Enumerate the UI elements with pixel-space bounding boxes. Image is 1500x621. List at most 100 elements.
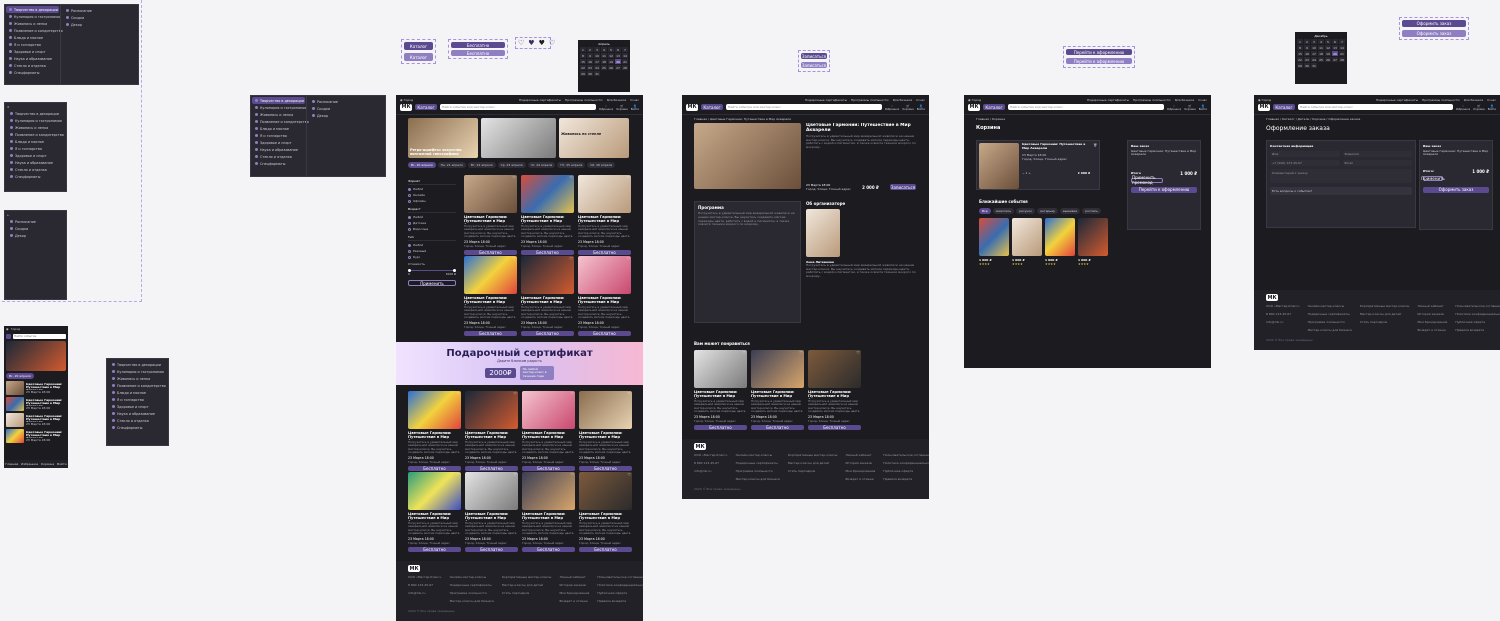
search-input[interactable]: Найти событие bbox=[13, 333, 66, 339]
date-chip[interactable]: Пн, 21 апреля bbox=[437, 162, 466, 168]
city-selector[interactable]: ◉ Город bbox=[1258, 98, 1271, 102]
filter-option[interactable]: Любой bbox=[408, 243, 456, 247]
menu-item[interactable]: Скидки bbox=[63, 14, 136, 21]
heart-icon[interactable]: ♡ bbox=[627, 472, 631, 477]
menu-icon[interactable] bbox=[6, 333, 11, 339]
event-card[interactable]: ♡ Цветовые Гармонии: Путешествие в Мир Ак… bbox=[579, 472, 632, 552]
buy-button[interactable]: Бесплатно bbox=[579, 547, 632, 552]
calendar-day[interactable]: 14 bbox=[1339, 45, 1345, 50]
footer-link[interactable]: info@mk.ru bbox=[408, 591, 442, 595]
menu-item[interactable]: Спецформаты bbox=[6, 69, 59, 76]
mobile-event-image[interactable] bbox=[6, 397, 24, 411]
footer-link[interactable]: Мастер-классы для детей bbox=[1360, 312, 1410, 316]
filter-title[interactable]: Возраст bbox=[408, 207, 456, 213]
event-card[interactable]: ♡ Цветовые Гармонии: Путешествие в Мир Ак… bbox=[751, 350, 804, 430]
radio-icon[interactable] bbox=[408, 227, 411, 231]
buy-button-hover[interactable]: Бесплатно bbox=[451, 50, 505, 56]
heart-icon[interactable]: ♡ bbox=[570, 472, 574, 477]
mini-event-card[interactable]: 1 000 ₽ ★★★★ bbox=[979, 218, 1009, 266]
buy-button[interactable]: Бесплатно bbox=[579, 466, 632, 471]
filter-option[interactable]: Курс bbox=[408, 255, 456, 259]
buy-button[interactable]: Бесплатно bbox=[451, 42, 505, 48]
menu-item[interactable]: Наука и образование bbox=[6, 55, 59, 62]
site-logo[interactable]: МК bbox=[686, 103, 698, 111]
catalog-button[interactable]: Каталог bbox=[415, 104, 437, 110]
menu-item[interactable]: Кулинария и гастрономия bbox=[252, 104, 307, 111]
heart-icon[interactable]: ♡ bbox=[799, 350, 803, 355]
user-link[interactable]: 👤 Войти bbox=[917, 104, 925, 111]
promo-button[interactable]: Применить bbox=[1421, 175, 1445, 181]
menu-item[interactable]: Декор bbox=[7, 232, 64, 239]
radio-icon[interactable] bbox=[408, 249, 411, 253]
calendar-day[interactable]: 9 bbox=[587, 53, 593, 58]
buy-button[interactable]: Бесплатно bbox=[465, 466, 518, 471]
calendar-day[interactable]: 16 bbox=[587, 59, 593, 64]
footer-link[interactable]: Политика конфиденциальности bbox=[883, 461, 929, 465]
hero-banner-1[interactable]: Ретро-шрифты: искусство винтажной типогр… bbox=[408, 118, 478, 158]
filter-title[interactable]: Формат bbox=[408, 179, 456, 185]
calendar-day[interactable]: 24 bbox=[1311, 57, 1317, 62]
heart-icon[interactable]: ♡ bbox=[512, 175, 516, 180]
menu-item[interactable]: Спецформаты bbox=[252, 160, 305, 167]
heart-icon[interactable]: ♡ bbox=[456, 391, 460, 396]
menu-item[interactable]: Живопись и лепка bbox=[252, 111, 305, 118]
signup-button[interactable]: Записаться bbox=[890, 184, 916, 190]
calendar-day[interactable]: 17 bbox=[594, 59, 600, 64]
footer-link[interactable]: Политика конфиденциальности bbox=[597, 583, 643, 587]
footer-link[interactable]: Корпоративные мастер-классы bbox=[1360, 304, 1410, 308]
buy-button[interactable]: Бесплатно bbox=[521, 331, 574, 336]
calendar-day[interactable]: 6 bbox=[615, 47, 621, 52]
calendar-day[interactable]: 23 bbox=[587, 65, 593, 70]
header-link[interactable]: Подарочные сертификаты bbox=[519, 98, 561, 102]
mobile-event-row[interactable]: Цветовые Гармонии: Путешествие в Мир Акв… bbox=[6, 397, 66, 411]
footer-link[interactable]: Пользовательское соглашение bbox=[597, 575, 643, 579]
header-link[interactable]: Подарочные сертификаты bbox=[1087, 98, 1129, 102]
buy-button[interactable]: Бесплатно bbox=[522, 466, 575, 471]
footer-link[interactable]: Мастер-классы для детей bbox=[502, 583, 552, 587]
quantity-stepper[interactable]: − 1 + bbox=[1022, 171, 1031, 175]
footer-link[interactable]: Публичная оферта bbox=[883, 469, 929, 473]
buy-button[interactable]: Бесплатно bbox=[408, 547, 461, 552]
event-card-image[interactable]: ♡ bbox=[464, 256, 517, 294]
buy-button[interactable]: Бесплатно bbox=[808, 425, 861, 430]
form-field[interactable]: +7 (900) 123-45-67 bbox=[1270, 160, 1340, 166]
calendar-day[interactable]: 26 bbox=[1325, 57, 1331, 62]
heart-icon[interactable]: ♡ bbox=[513, 391, 517, 396]
gift-certificate-banner[interactable]: Подарочный сертификат Дарите близким рад… bbox=[396, 342, 643, 385]
calendar-day[interactable]: 26 bbox=[608, 65, 614, 70]
catalog-button[interactable]: Каталог bbox=[983, 104, 1005, 110]
city-selector[interactable]: ◉ Город bbox=[968, 98, 981, 102]
footer-link[interactable]: История заказов bbox=[1417, 312, 1447, 316]
menu-item[interactable]: Я и гончарство bbox=[109, 396, 166, 403]
calendar-day[interactable]: 1 bbox=[1297, 39, 1303, 44]
user-link[interactable]: 👤 Войти bbox=[1199, 104, 1207, 111]
radio-icon[interactable] bbox=[408, 193, 411, 197]
menu-item[interactable]: Здоровье и спорт bbox=[6, 48, 59, 55]
breadcrumb[interactable]: Главная / Каталог / Детали / Корзина / О… bbox=[1254, 115, 1500, 123]
mini-event-image[interactable] bbox=[1078, 218, 1108, 256]
mini-event-card[interactable]: 1 000 ₽ ★★★★ bbox=[1045, 218, 1075, 266]
menu-item[interactable]: Появление и кондитерство bbox=[109, 382, 166, 389]
calendar-day[interactable]: 15 bbox=[580, 59, 586, 64]
footer-link[interactable]: Онлайн мастер-классы bbox=[736, 453, 780, 457]
mobile-nav-item[interactable]: Избранное bbox=[21, 462, 38, 466]
calendar-day[interactable]: 10 bbox=[1311, 45, 1317, 50]
catalog-button[interactable]: Каталог bbox=[701, 104, 723, 110]
calendar-day[interactable]: 28 bbox=[1339, 57, 1345, 62]
menu-item[interactable]: Наука и образование bbox=[109, 410, 166, 417]
promo-button[interactable]: Применить промокод bbox=[1131, 175, 1163, 185]
event-card-title[interactable]: Цветовые Гармонии: Путешествие в Мир Акв… bbox=[694, 390, 747, 399]
site-logo[interactable]: МК bbox=[968, 103, 980, 111]
mobile-event-image[interactable] bbox=[6, 413, 24, 427]
calendar-day[interactable]: 31 bbox=[1311, 63, 1317, 68]
signup-button-hover[interactable]: Записаться bbox=[801, 62, 827, 68]
checkout-button-hover[interactable]: Перейти к оформлению bbox=[1066, 58, 1132, 64]
event-card[interactable]: ♡ Цветовые Гармонии: Путешествие в Мир Ак… bbox=[521, 256, 574, 336]
event-card-image[interactable]: ♡ bbox=[464, 175, 517, 213]
menu-item[interactable]: Спецформаты bbox=[109, 424, 166, 431]
calendar-day[interactable]: 21 bbox=[1339, 51, 1345, 56]
cart-item-image[interactable] bbox=[979, 143, 1019, 189]
date-chip[interactable]: Пт, 25 апреля bbox=[557, 162, 586, 168]
calendar-day[interactable]: 1 bbox=[580, 47, 586, 52]
trash-icon[interactable]: 🗑 bbox=[1093, 143, 1097, 187]
